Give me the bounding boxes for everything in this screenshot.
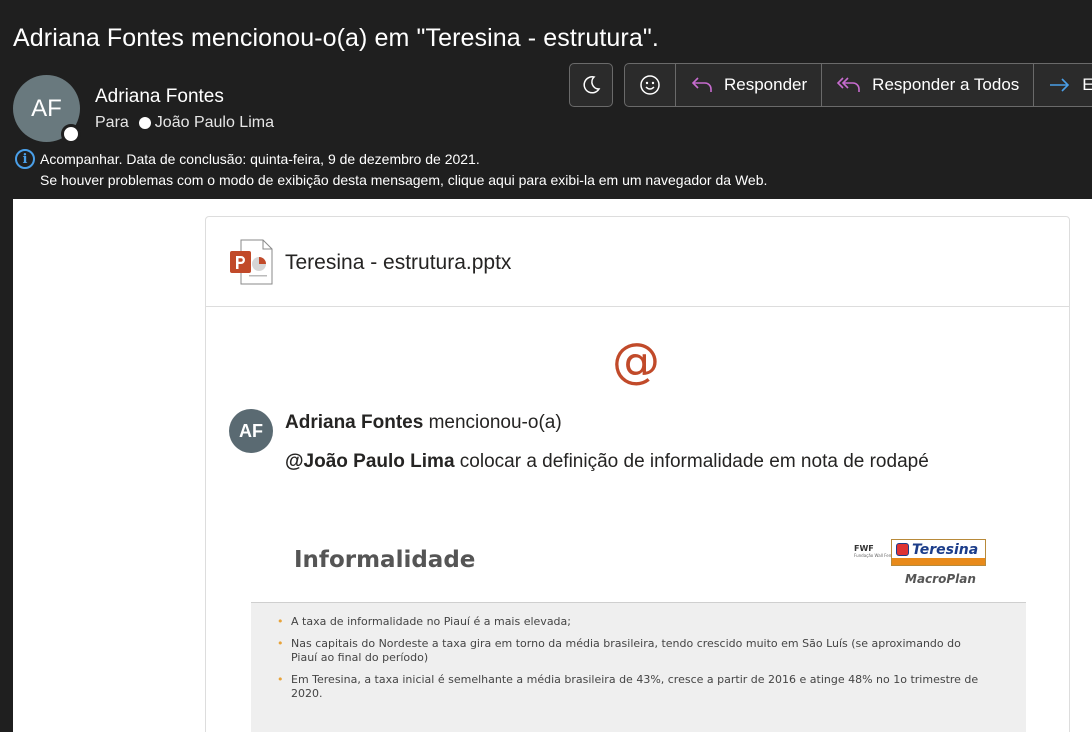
- reply-label: Responder: [724, 75, 808, 94]
- mention-header: Adriana Fontes mencionou-o(a): [285, 412, 562, 434]
- slide-content: A taxa de informalidade no Piauí é a mai…: [251, 602, 1026, 732]
- teresina-logo-text: Teresina: [912, 542, 979, 558]
- powerpoint-file-icon: [230, 239, 273, 285]
- smiley-icon: [640, 75, 660, 95]
- teresina-logo: Teresina: [891, 539, 986, 566]
- macroplan-logo: MacroPlan: [905, 572, 976, 586]
- teresina-crest-icon: [896, 543, 909, 556]
- reply-all-icon: [837, 77, 860, 92]
- slide-bullet: Em Teresina, a taxa inicial é semelhante…: [277, 673, 981, 701]
- file-name[interactable]: Teresina - estrutura.pptx: [285, 251, 511, 275]
- comment-text: @João Paulo Lima colocar a definição de …: [285, 451, 929, 473]
- recipients-line: Para João Paulo Lima: [95, 114, 274, 132]
- teresina-logo-band: [892, 558, 985, 565]
- reply-all-label: Responder a Todos: [872, 75, 1020, 94]
- slide-bullet: A taxa de informalidade no Piauí é a mai…: [277, 615, 991, 629]
- forward-label: En: [1082, 75, 1092, 95]
- mention-at-icon: @: [612, 333, 660, 389]
- mention-author: Adriana Fontes: [285, 412, 424, 433]
- reply-all-button[interactable]: Responder a Todos: [822, 64, 1035, 106]
- forward-button[interactable]: En: [1034, 64, 1092, 106]
- mentioned-user: @João Paulo Lima: [285, 451, 455, 472]
- message-subject: Adriana Fontes mencionou-o(a) em "Teresi…: [13, 24, 659, 52]
- moon-icon: [583, 76, 601, 94]
- fwf-logo-text: FWF: [854, 544, 874, 553]
- mention-card: Teresina - estrutura.pptx @ AF Adriana F…: [205, 216, 1070, 732]
- recipient-presence-icon: [138, 117, 151, 129]
- follow-up-info: i Acompanhar. Data de conclusão: quinta-…: [15, 149, 480, 169]
- card-header[interactable]: Teresina - estrutura.pptx: [206, 217, 1069, 307]
- view-in-browser-link[interactable]: Se houver problemas com o modo de exibiç…: [40, 172, 767, 188]
- to-label: Para: [95, 114, 129, 131]
- slide-title: Informalidade: [294, 547, 476, 573]
- emoji-button[interactable]: [625, 64, 676, 106]
- follow-up-text: Acompanhar. Data de conclusão: quinta-fe…: [40, 151, 480, 167]
- comment-content: colocar a definição de informalidade em …: [459, 451, 929, 472]
- mention-action: mencionou-o(a): [428, 412, 562, 433]
- info-icon: i: [15, 149, 35, 169]
- sender-name[interactable]: Adriana Fontes: [95, 86, 224, 108]
- reply-toolbar: Responder Responder a Todos En: [624, 63, 1092, 107]
- slide-preview[interactable]: Informalidade FWF Fundação Wall Ferraz T…: [251, 532, 1026, 732]
- recipient-name[interactable]: João Paulo Lima: [155, 114, 274, 132]
- commenter-avatar: AF: [229, 409, 273, 453]
- slide-bullet: Nas capitais do Nordeste a taxa gira em …: [277, 637, 981, 665]
- dark-mode-toggle-button[interactable]: [569, 63, 613, 107]
- reply-icon: [691, 77, 712, 92]
- forward-arrow-icon: [1050, 78, 1070, 92]
- reply-button[interactable]: Responder: [676, 64, 823, 106]
- presence-status-icon: [61, 124, 81, 144]
